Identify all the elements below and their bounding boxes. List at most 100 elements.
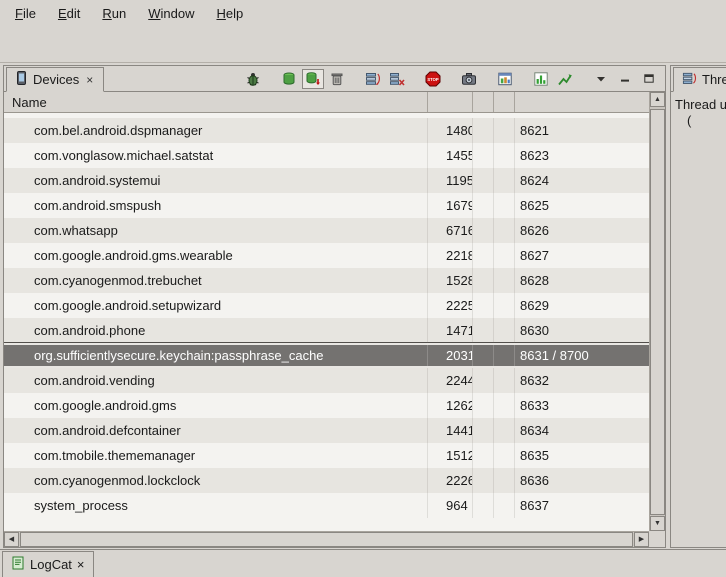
- table-row[interactable]: com.android.vending 22440 8632: [4, 368, 649, 393]
- table-row[interactable]: com.google.android.gms 12623 8633: [4, 393, 649, 418]
- update-threads-icon[interactable]: [362, 69, 384, 89]
- process-pid: 964: [428, 493, 473, 518]
- process-pid: 14553: [428, 143, 473, 168]
- column-header-empty[interactable]: [494, 92, 515, 112]
- scroll-right-icon[interactable]: ▶: [634, 532, 649, 547]
- minimize-icon[interactable]: [614, 69, 636, 89]
- process-name: com.android.vending: [4, 368, 428, 393]
- stop-threads-icon[interactable]: [386, 69, 408, 89]
- process-port: 8637: [515, 493, 649, 518]
- process-port: 8632: [515, 368, 649, 393]
- vertical-scrollbar[interactable]: ▲ ▼: [649, 92, 665, 531]
- empty-cell: [494, 418, 515, 443]
- process-pid: 22250: [428, 293, 473, 318]
- empty-cell: [494, 218, 515, 243]
- devices-toolbar: STOP: [242, 69, 665, 89]
- menu-file[interactable]: File: [4, 2, 47, 25]
- process-port: 8626: [515, 218, 649, 243]
- close-icon[interactable]: ×: [84, 73, 95, 87]
- stop-icon[interactable]: STOP: [422, 69, 444, 89]
- scroll-down-icon[interactable]: ▼: [650, 516, 665, 531]
- process-name: system_process: [4, 493, 428, 518]
- process-name: com.android.systemui: [4, 168, 428, 193]
- cause-gc-icon[interactable]: [326, 69, 348, 89]
- dump-hprof-icon[interactable]: [302, 69, 324, 89]
- menu-window[interactable]: Window: [137, 2, 205, 25]
- tab-threads-label: Threads: [702, 72, 726, 87]
- table-row[interactable]: com.android.smspush 1679 8625: [4, 193, 649, 218]
- column-header-name[interactable]: Name: [4, 92, 428, 112]
- horizontal-scrollbar[interactable]: ◀ ▶: [4, 531, 649, 547]
- empty-cell: [494, 318, 515, 343]
- svg-text:STOP: STOP: [427, 77, 439, 82]
- empty-cell: [473, 218, 494, 243]
- empty-cell: [473, 493, 494, 518]
- table-row[interactable]: org.sufficientlysecure.keychain:passphra…: [4, 343, 649, 368]
- menu-help[interactable]: Help: [205, 2, 254, 25]
- maximize-icon[interactable]: [638, 69, 660, 89]
- process-pid: 22265: [428, 468, 473, 493]
- process-port: 8634: [515, 418, 649, 443]
- process-name: com.android.phone: [4, 318, 428, 343]
- tab-logcat[interactable]: LogCat ×: [2, 551, 94, 577]
- process-port: 8624: [515, 168, 649, 193]
- table-row[interactable]: com.whatsapp 6716 8626: [4, 218, 649, 243]
- menu-edit[interactable]: Edit: [47, 2, 91, 25]
- empty-cell: [494, 443, 515, 468]
- empty-cell: [494, 118, 515, 143]
- process-name: com.google.android.gms: [4, 393, 428, 418]
- process-name: org.sufficientlysecure.keychain:passphra…: [4, 345, 428, 366]
- update-heap-icon[interactable]: [278, 69, 300, 89]
- vertical-scroll-thumb[interactable]: [650, 109, 665, 515]
- view-menu-icon[interactable]: [590, 69, 612, 89]
- column-header-pid[interactable]: [428, 92, 473, 112]
- empty-cell: [473, 268, 494, 293]
- table-row[interactable]: com.cyanogenmod.lockclock 22265 8636: [4, 468, 649, 493]
- tab-threads[interactable]: Threads: [673, 67, 726, 92]
- empty-cell: [494, 368, 515, 393]
- menu-bar: File Edit Run Window Help: [0, 0, 726, 26]
- table-row[interactable]: com.google.android.setupwizard 22250 862…: [4, 293, 649, 318]
- method-profiling-icon[interactable]: [530, 69, 552, 89]
- process-pid: 1195: [428, 168, 473, 193]
- screen-capture-icon[interactable]: [458, 69, 480, 89]
- table-header-row: Name: [4, 92, 649, 113]
- column-header-port[interactable]: [515, 92, 649, 112]
- tab-devices[interactable]: Devices ×: [6, 67, 104, 92]
- scroll-up-icon[interactable]: ▲: [650, 92, 665, 107]
- system-info-icon[interactable]: [494, 69, 516, 89]
- table-row[interactable]: com.tmobile.thememanager 1512 8635: [4, 443, 649, 468]
- network-stats-icon[interactable]: [554, 69, 576, 89]
- table-row[interactable]: com.bel.android.dspmanager 1480 8621: [4, 118, 649, 143]
- empty-cell: [494, 243, 515, 268]
- table-row[interactable]: com.google.android.gms.wearable 22185 86…: [4, 243, 649, 268]
- empty-cell: [494, 168, 515, 193]
- process-name: com.vonglasow.michael.satstat: [4, 143, 428, 168]
- process-port: 8636: [515, 468, 649, 493]
- devices-view-panel: Devices × STOP Name com.bel.android.dspm…: [3, 65, 666, 548]
- threads-tabbar: Threads: [671, 66, 726, 92]
- table-row[interactable]: com.vonglasow.michael.satstat 14553 8623: [4, 143, 649, 168]
- empty-cell: [473, 318, 494, 343]
- horizontal-scroll-thumb[interactable]: [20, 532, 633, 547]
- table-row[interactable]: com.cyanogenmod.trebuchet 1528 8628: [4, 268, 649, 293]
- table-row[interactable]: com.android.defcontainer 14411 8634: [4, 418, 649, 443]
- device-process-table-body: com.bel.android.dspmanager 1480 8621 com…: [4, 113, 649, 531]
- empty-cell: [494, 293, 515, 318]
- close-icon[interactable]: ×: [77, 557, 85, 572]
- menu-run[interactable]: Run: [91, 2, 137, 25]
- threads-icon: [682, 71, 697, 89]
- table-row[interactable]: com.android.systemui 1195 8624: [4, 168, 649, 193]
- table-row[interactable]: system_process 964 8637: [4, 493, 649, 518]
- debug-process-icon[interactable]: [242, 69, 264, 89]
- process-pid: 1512: [428, 443, 473, 468]
- table-row[interactable]: com.android.phone 1471 8630: [4, 318, 649, 343]
- process-name: com.whatsapp: [4, 218, 428, 243]
- ddms-window: { "colors": { "selection_bg": "#747270",…: [0, 0, 726, 577]
- device-icon: [15, 71, 28, 88]
- empty-cell: [473, 468, 494, 493]
- scroll-left-icon[interactable]: ◀: [4, 532, 19, 547]
- empty-cell: [473, 118, 494, 143]
- column-header-empty[interactable]: [473, 92, 494, 112]
- process-pid: 6716: [428, 218, 473, 243]
